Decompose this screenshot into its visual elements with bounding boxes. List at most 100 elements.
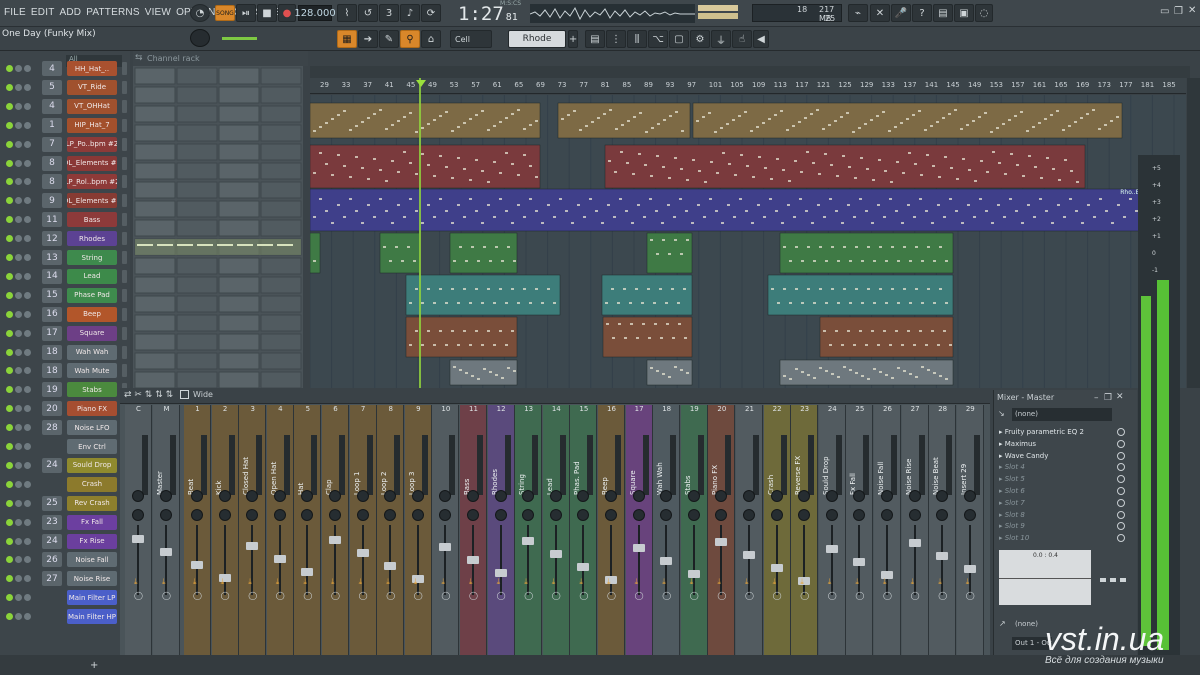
channel-name-button[interactable]: Wah Wah (67, 344, 117, 360)
mixer-strip[interactable]: 21 ⤓ ◯ (736, 405, 763, 655)
sidechain-icon[interactable]: ◯ (276, 591, 285, 600)
mixer-strip[interactable]: 8 Loop 2 ⤓ ◯ (377, 405, 405, 655)
stereo-knob[interactable] (853, 509, 866, 521)
channel-mixer-track[interactable]: 12 (42, 231, 62, 247)
pan-knob[interactable] (439, 490, 452, 502)
sidechain-icon[interactable]: ◯ (386, 591, 395, 600)
channel-mixer-track[interactable]: 13 (42, 250, 62, 265)
stereo-knob[interactable] (632, 509, 645, 521)
sidechain-icon[interactable]: ◯ (134, 591, 143, 600)
channel-mixer-track[interactable]: 7 (42, 136, 62, 152)
channel-row[interactable]: 18 Wah Wah (0, 343, 130, 362)
channel-select-toggle[interactable] (122, 345, 127, 359)
pan-knob[interactable] (329, 490, 341, 502)
volume-fader[interactable] (715, 538, 728, 546)
channel-mute-solo-icons[interactable] (6, 178, 34, 186)
channel-name-button[interactable]: Rhodes (67, 231, 117, 247)
channel-select-toggle[interactable] (122, 156, 127, 170)
channel-mixer-track[interactable]: 28 (42, 420, 62, 436)
channel-mute-solo-icons[interactable] (6, 480, 34, 489)
panel-close-icon[interactable]: ✕ (1116, 392, 1124, 402)
sidechain-icon[interactable]: ◯ (883, 591, 892, 600)
pan-knob[interactable] (770, 490, 783, 502)
channel-mixer-track[interactable] (42, 590, 62, 605)
volume-fader[interactable] (467, 556, 479, 564)
pattern-select[interactable]: Rhode (508, 30, 566, 48)
mixer-strip[interactable]: 22 Crash ⤓ ◯ (763, 405, 791, 655)
snap-select[interactable]: Cell (450, 30, 492, 48)
mixer-effect-slot[interactable]: ▸ Slot 7 (999, 497, 1125, 509)
route-arrow-icon[interactable]: ⤓ (331, 577, 340, 586)
sidechain-icon[interactable]: ◯ (331, 591, 340, 600)
mixer-effect-slot[interactable]: ▸ Slot 8 (999, 509, 1125, 521)
mixer-effect-slot[interactable]: ▸ Slot 4 (999, 461, 1125, 473)
stereo-knob[interactable] (132, 509, 144, 521)
stereo-knob[interactable] (467, 509, 479, 521)
mixer-strip[interactable]: 13 String ⤓ ◯ (515, 405, 543, 655)
channel-mute-solo-icons[interactable] (6, 594, 34, 602)
speaker-icon[interactable]: ◀ (753, 30, 769, 48)
sidechain-icon[interactable]: ◯ (469, 591, 478, 600)
menu-item-file[interactable]: FILE (4, 7, 26, 18)
channel-mute-solo-icons[interactable] (6, 254, 34, 262)
channel-mixer-track[interactable]: 18 (42, 344, 62, 360)
sidechain-icon[interactable]: ◯ (248, 591, 257, 600)
channel-mute-solo-icons[interactable] (6, 329, 34, 338)
stereo-knob[interactable] (577, 509, 590, 521)
chat-icon[interactable]: ◌ (975, 4, 993, 22)
channel-name-button[interactable]: Fx Fall (67, 514, 117, 530)
mixer-strip[interactable]: 16 Beep ⤓ ◯ (598, 405, 625, 655)
channel-row[interactable]: 24 Sould Drop (0, 456, 130, 475)
countdown-icon[interactable]: 3 (379, 4, 399, 22)
help-icon[interactable]: ? (912, 4, 932, 22)
mixer-strip[interactable]: 9 Loop 3 ⤓ ◯ (404, 405, 432, 655)
sidechain-icon[interactable]: ◯ (497, 591, 506, 600)
sidechain-icon[interactable]: ◯ (221, 591, 230, 600)
channel-name-button[interactable]: HIP_Hat_7 (67, 117, 117, 133)
pan-knob[interactable] (908, 490, 921, 502)
channel-mute-solo-icons[interactable] (6, 537, 34, 546)
channel-name-button[interactable]: Crash (67, 476, 117, 492)
slot-mix-knob-icon[interactable] (1117, 534, 1125, 543)
channel-name-button[interactable]: VT_Ride (67, 79, 117, 95)
mixer-strip[interactable]: 18 Wah Wah ⤓ ◯ (653, 405, 681, 655)
volume-fader[interactable] (160, 548, 172, 556)
channel-row[interactable]: 25 Rev Crash (0, 494, 130, 513)
channel-mixer-track[interactable]: 18 (42, 363, 62, 379)
magnet-icon[interactable]: ⚲ (400, 30, 420, 48)
stereo-knob[interactable] (715, 509, 728, 521)
channel-rack-arrow-icon[interactable]: ⇆ (135, 53, 143, 63)
channel-mixer-track[interactable]: 1 (42, 117, 62, 133)
minimize-icon[interactable]: ▭ (1160, 6, 1172, 17)
channel-select-toggle[interactable] (122, 175, 127, 189)
volume-fader[interactable] (743, 551, 755, 559)
channel-mute-solo-icons[interactable] (6, 159, 34, 168)
channel-mixer-track[interactable]: 4 (42, 98, 62, 114)
volume-fader[interactable] (660, 557, 673, 565)
channel-row[interactable]: Main Filter HP (0, 607, 130, 626)
slot-mix-knob-icon[interactable] (1117, 475, 1125, 484)
mixer-strip[interactable]: 1 Beat ⤓ ◯ (184, 405, 211, 655)
channel-mute-solo-icons[interactable] (6, 121, 34, 130)
channel-row[interactable]: 9 DL_Elements #3 (0, 191, 130, 210)
route-arrow-icon[interactable]: ⤓ (162, 577, 171, 586)
volume-fader[interactable] (908, 539, 921, 547)
sidechain-icon[interactable]: ◯ (193, 591, 202, 600)
mixer-strip[interactable]: 23 Reverse FX ⤓ ◯ (791, 405, 819, 655)
plugin-icon[interactable]: ⚙ (690, 30, 710, 48)
master-pitch-slider[interactable] (222, 37, 257, 40)
stereo-knob[interactable] (329, 509, 341, 521)
channel-name-button[interactable]: Main Filter LP (67, 590, 117, 606)
channel-select-toggle[interactable] (122, 99, 127, 113)
mixer-strip[interactable]: C ⤓ ◯ (125, 405, 152, 655)
song-position[interactable]: 1:27 81 (458, 3, 526, 25)
menu-item-patterns[interactable]: PATTERNS (86, 7, 139, 18)
route-arrow-icon[interactable]: ⤓ (386, 577, 395, 586)
panel-minimize-icon[interactable]: – (1094, 393, 1099, 403)
channel-name-button[interactable]: VT_OHHat (67, 98, 117, 114)
channel-name-button[interactable]: LP_Rol..bpm #2 (67, 174, 117, 190)
mixer-strip[interactable]: 25 Fx Fall ⤓ ◯ (846, 405, 874, 655)
blend-notes-icon[interactable]: ♪ (400, 4, 420, 22)
pan-knob[interactable] (467, 490, 479, 502)
channel-row[interactable]: 27 Noise Rise (0, 569, 130, 588)
